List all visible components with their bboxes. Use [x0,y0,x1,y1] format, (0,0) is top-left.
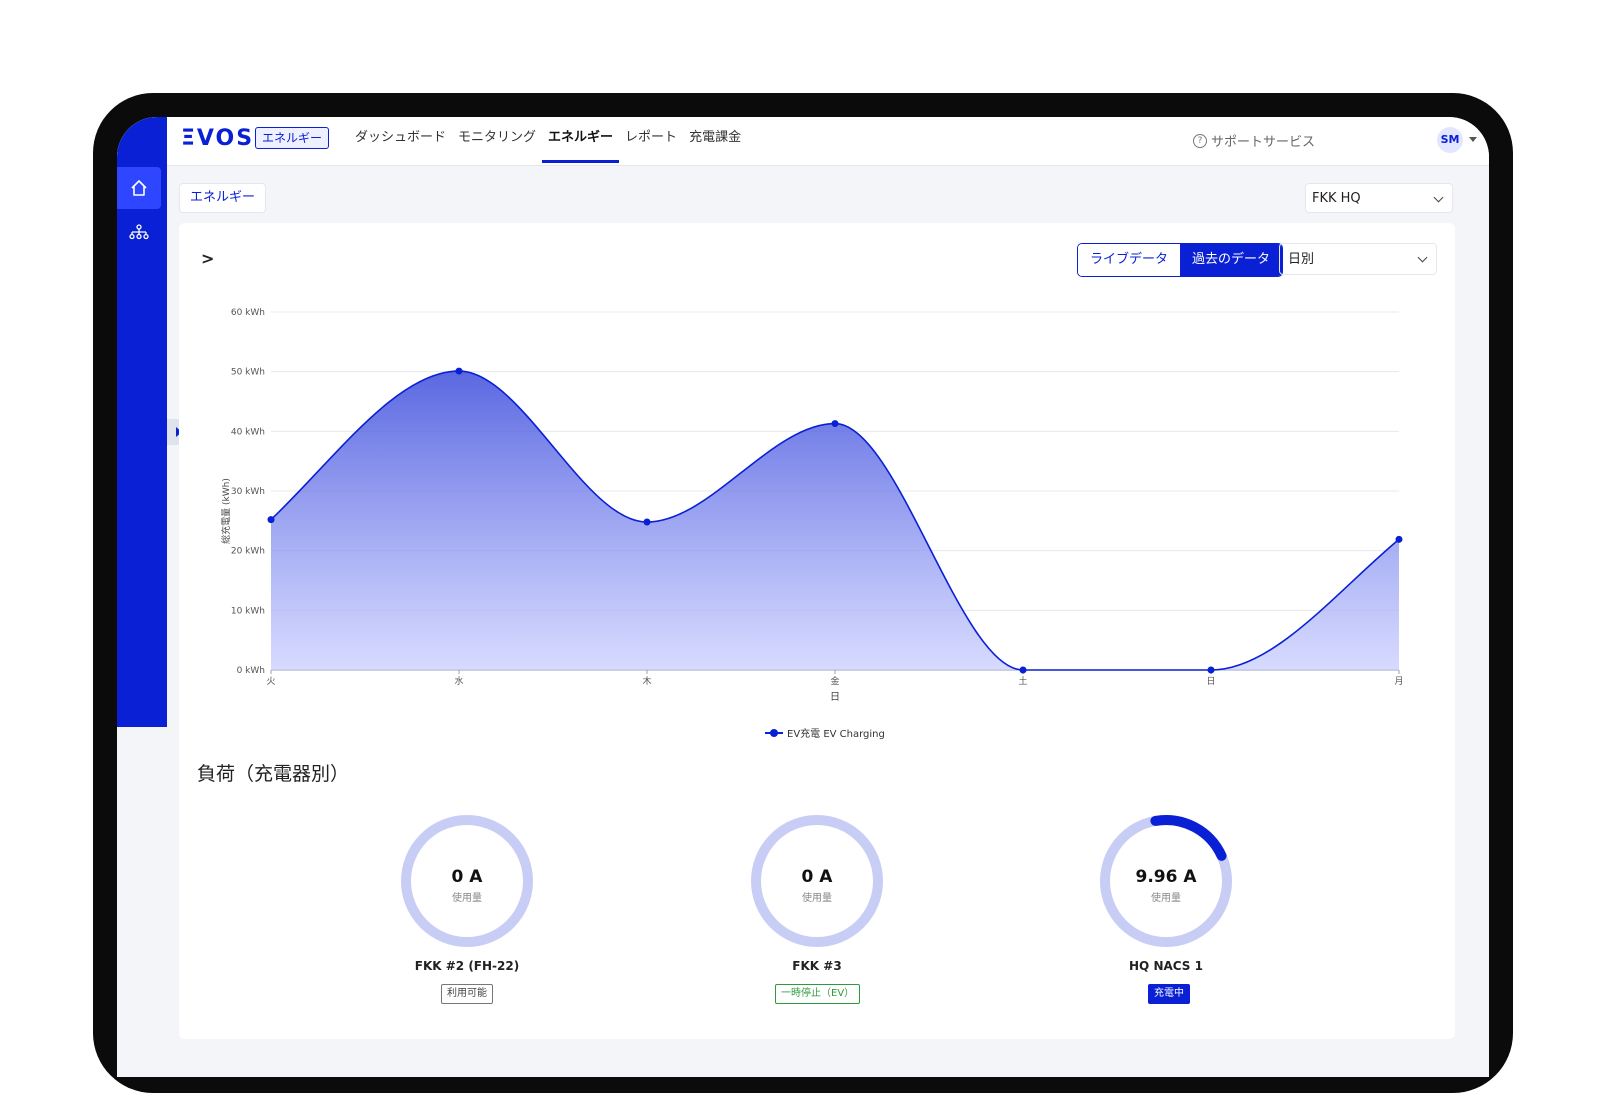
gauge-unit: 使用量 [802,893,832,904]
historical-data-button[interactable]: 過去のデータ [1180,244,1283,276]
charger-name: HQ NACS 1 [1129,959,1203,973]
live-data-button[interactable]: ライブデータ [1078,244,1181,276]
evos-logo[interactable]: ΞVOS [181,126,254,151]
help-icon: ? [1193,133,1207,148]
energy-area-chart: 0 kWh 10 kWh 20 kWh 30 kWh 40 kWh 50 kWh 60 kW… [220,308,1404,703]
x-tick-label: 木 [642,675,651,687]
gauge-unit: 使用量 [1151,893,1181,904]
hierarchy-button[interactable] [117,211,161,253]
home-button[interactable] [117,167,161,209]
x-tick-label: 金 [830,675,839,687]
data-point [455,367,463,375]
support-label: サポートサービス [1211,135,1316,150]
legend-label: EV充電 EV Charging [787,729,885,740]
caret-down-icon[interactable] [1469,137,1477,142]
status-badge: 充電中 [1148,984,1190,1004]
charger-name: FKK #3 [792,959,842,973]
data-point [1207,666,1215,674]
expand-toggle[interactable]: > [201,249,214,268]
gauge-value: 0 A [801,867,833,887]
charger-gauge: 0 A 使用量 FKK #3 一時停止（EV） [727,813,907,1013]
data-point [831,420,839,428]
user-avatar[interactable]: SM [1437,127,1463,153]
x-tick-label: 日 [1206,676,1215,687]
legend-swatch [765,728,783,737]
data-view-toggle: ライブデータ 過去のデータ [1077,243,1284,277]
data-point [643,518,651,526]
period-select-value: 日別 [1288,252,1315,267]
site-select[interactable]: FKK HQ [1305,183,1453,213]
data-point [1395,535,1403,543]
gauge-unit: 使用量 [452,893,482,904]
sidebar [117,117,167,727]
chart-legend[interactable]: EV充電 EV Charging [765,725,885,740]
status-badge: 一時停止（EV） [775,984,861,1004]
support-link[interactable]: ? サポートサービス [1193,131,1315,150]
energy-card: 0 kWh 10 kWh 20 kWh 30 kWh 40 kWh 50 kWh 60 kW… [179,223,1455,1039]
y-tick-label: 30 kWh [231,487,265,497]
y-tick-label: 50 kWh [231,368,265,378]
top-bar: ΞVOS エネルギー ダッシュボード モニタリング エネルギー レポート 充電課… [117,117,1489,166]
x-tick-label: 土 [1018,675,1027,687]
gauge-value: 0 A [451,867,483,887]
charger-gauge: 9.96 A 使用量 HQ NACS 1 充電中 [1076,813,1256,1013]
breadcrumb[interactable]: エネルギー [179,183,267,213]
period-select[interactable]: 日別 [1279,243,1437,275]
sitemap-icon [129,224,149,240]
y-tick-label: 60 kWh [231,308,265,318]
y-tick-label: 0 kWh [237,666,265,676]
nav-monitoring[interactable]: モニタリング [452,117,542,163]
y-tick-label: 10 kWh [231,606,265,616]
y-tick-label: 20 kWh [231,547,265,557]
site-select-value: FKK HQ [1312,191,1361,206]
status-badge: 利用可能 [441,984,493,1004]
load-section-title: 負荷（充電器別） [197,763,350,785]
tablet-frame: ΞVOS エネルギー ダッシュボード モニタリング エネルギー レポート 充電課… [93,93,1513,1093]
app-screen: ΞVOS エネルギー ダッシュボード モニタリング エネルギー レポート 充電課… [117,117,1489,1077]
app-badge: エネルギー [255,127,330,149]
nav-dashboard[interactable]: ダッシュボード [349,117,452,163]
chevron-down-icon [1433,192,1444,203]
chevron-down-icon [1417,252,1428,263]
gauge-value: 9.96 A [1135,867,1197,887]
x-axis-title: 日 [830,692,840,703]
x-tick-label: 水 [454,675,463,687]
charger-gauge: 0 A 使用量 FKK #2 (FH-22) 利用可能 [377,813,557,1013]
nav-reports[interactable]: レポート [619,117,683,163]
y-tick-label: 40 kWh [231,427,265,437]
series-area [271,371,1399,670]
main-nav: ダッシュボード モニタリング エネルギー レポート 充電課金 [349,117,747,165]
nav-energy[interactable]: エネルギー [542,117,620,163]
home-icon [131,180,147,196]
x-tick-label: 火 [266,676,275,687]
nav-charging-billing[interactable]: 充電課金 [683,117,747,163]
charger-name: FKK #2 (FH-22) [414,959,520,973]
data-point [1019,666,1027,674]
x-tick-label: 月 [1394,676,1403,687]
y-axis-title: 総充電量 (kWh) [220,478,232,544]
data-point [267,516,275,524]
